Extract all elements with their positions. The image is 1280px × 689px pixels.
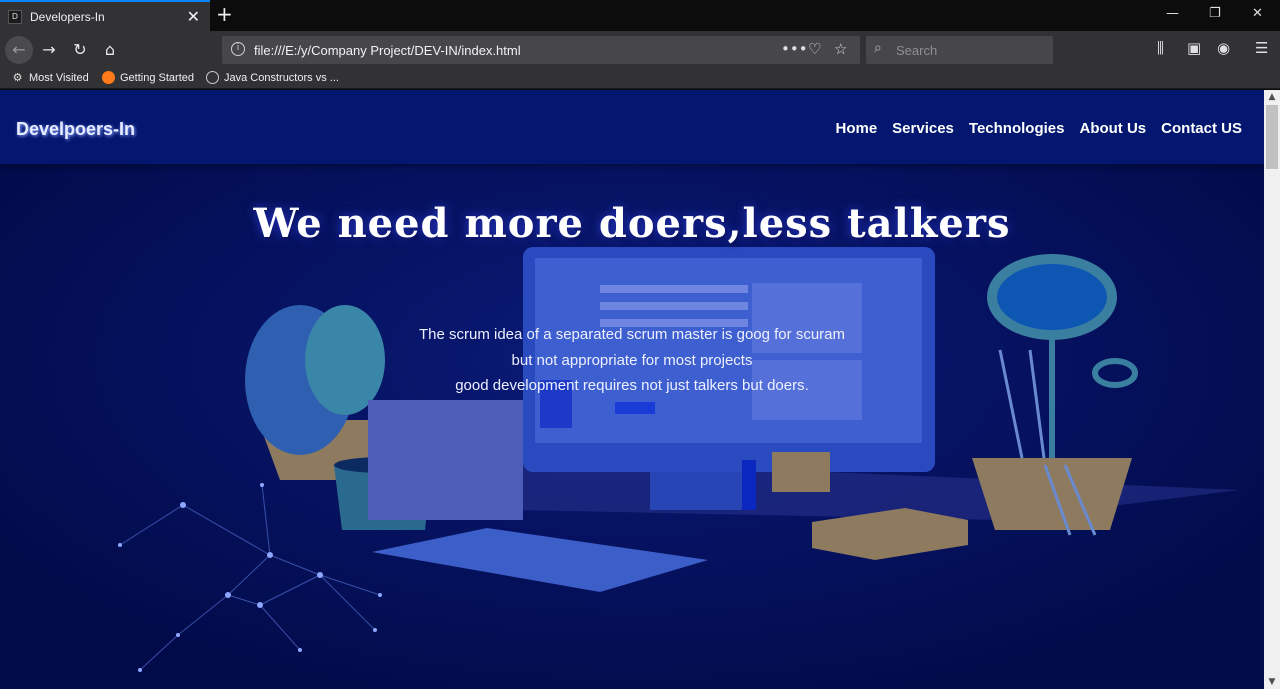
- tab-title: Developers-In: [30, 9, 105, 24]
- gear-icon: ⚙: [12, 71, 23, 84]
- close-tab-icon[interactable]: ✕: [187, 7, 200, 26]
- tagline-line: good development requires not just talke…: [455, 377, 809, 394]
- minimize-icon[interactable]: —: [1166, 6, 1179, 21]
- hero-tagline: The scrum idea of a separated scrum mast…: [0, 322, 1264, 399]
- page-scrollbar[interactable]: ▲ ▼: [1264, 90, 1280, 689]
- bookmark-label: Most Visited: [29, 71, 89, 84]
- pocket-icon[interactable]: ♡: [808, 40, 821, 58]
- page-actions-icon[interactable]: •••: [781, 40, 808, 58]
- bookmarks-toolbar: ⚙ Most Visited Getting Started Java Cons…: [0, 68, 1280, 89]
- search-icon: ⌕: [874, 40, 882, 56]
- browser-navbar: ← → ↻ ⌂ i file:///E:/y/Company Project/D…: [0, 31, 1280, 68]
- nav-home[interactable]: Home: [835, 120, 877, 137]
- reload-icon[interactable]: ↻: [69, 39, 91, 61]
- home-icon[interactable]: ⌂: [99, 39, 121, 61]
- site-header: Develpoers-In Home Services Technologies…: [0, 90, 1264, 164]
- tagline-line: but not appropriate for most projects: [511, 351, 753, 369]
- nav-contact-us[interactable]: Contact US: [1161, 120, 1242, 137]
- brand-logo[interactable]: Develpoers-In: [16, 119, 135, 140]
- browser-titlebar: D Developers-In ✕ + — ❐ ✕: [0, 0, 1280, 31]
- menu-icon[interactable]: ☰: [1255, 39, 1268, 57]
- info-icon[interactable]: i: [231, 42, 245, 56]
- page-viewport: Develpoers-In Home Services Technologies…: [0, 90, 1264, 689]
- new-tab-icon[interactable]: +: [216, 2, 233, 26]
- restore-icon[interactable]: ❐: [1209, 6, 1221, 21]
- scroll-thumb[interactable]: [1266, 105, 1278, 169]
- bookmark-getting-started[interactable]: Getting Started: [102, 71, 194, 84]
- library-icon[interactable]: ⫼: [1157, 39, 1164, 57]
- hero-headline: We need more doers,less talkers: [253, 200, 1011, 247]
- close-window-icon[interactable]: ✕: [1252, 6, 1263, 21]
- url-text[interactable]: file:///E:/y/Company Project/DEV-IN/inde…: [254, 43, 521, 58]
- sidebar-icon[interactable]: ▣: [1187, 39, 1201, 57]
- bookmark-star-icon[interactable]: ☆: [834, 40, 847, 58]
- account-icon[interactable]: ◉: [1217, 39, 1230, 57]
- bookmark-java-constructors[interactable]: Java Constructors vs ...: [206, 71, 339, 84]
- nav-about-us[interactable]: About Us: [1079, 120, 1146, 137]
- scroll-up-icon[interactable]: ▲: [1267, 92, 1277, 102]
- bookmark-label: Getting Started: [120, 71, 194, 84]
- browser-tab[interactable]: D Developers-In ✕: [0, 0, 210, 31]
- search-bar[interactable]: ⌕ Search: [866, 36, 1053, 64]
- nav-services[interactable]: Services: [892, 120, 954, 137]
- bookmark-most-visited[interactable]: ⚙ Most Visited: [11, 71, 89, 84]
- tab-favicon-icon: D: [8, 9, 22, 24]
- scroll-down-icon[interactable]: ▼: [1267, 677, 1277, 687]
- globe-icon: [206, 71, 219, 84]
- address-bar[interactable]: i file:///E:/y/Company Project/DEV-IN/in…: [222, 36, 860, 64]
- tagline-line: The scrum idea of a separated scrum mast…: [418, 326, 845, 343]
- main-nav: Home Services Technologies About Us Cont…: [835, 120, 1242, 137]
- nav-technologies[interactable]: Technologies: [969, 120, 1065, 137]
- back-icon[interactable]: ←: [5, 36, 33, 64]
- forward-icon[interactable]: →: [38, 39, 60, 61]
- bookmark-label: Java Constructors vs ...: [224, 71, 339, 84]
- search-input[interactable]: Search: [896, 43, 937, 58]
- firefox-icon: [102, 71, 115, 84]
